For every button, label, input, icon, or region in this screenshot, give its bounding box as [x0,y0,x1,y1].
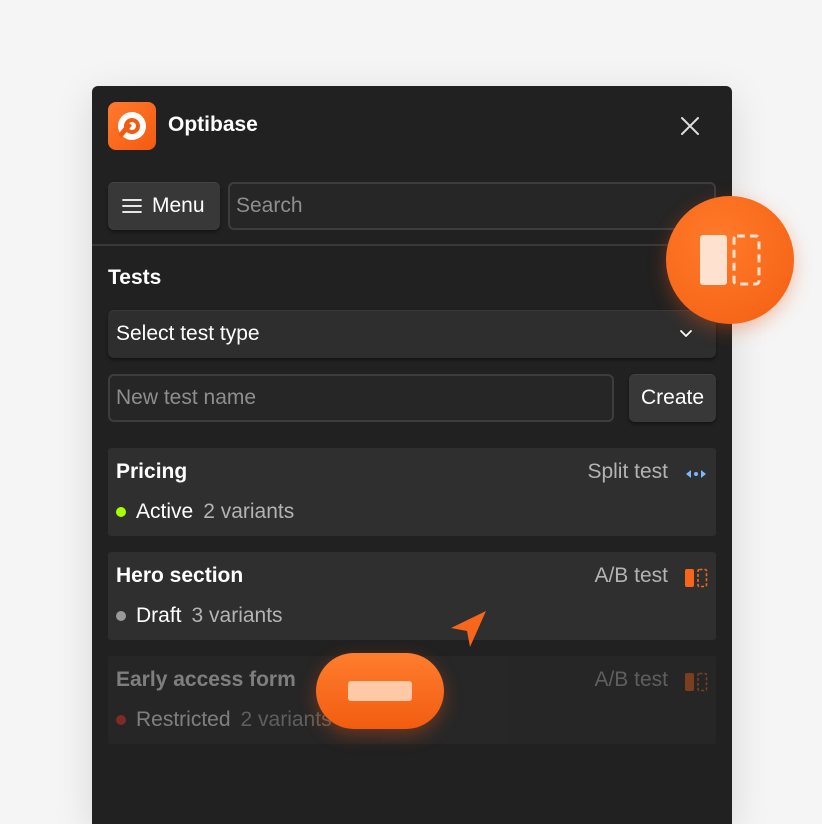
menu-label: Menu [152,194,205,217]
status-text: Active [136,500,194,523]
cursor-arrow-icon [451,611,486,647]
test-name: Pricing [116,460,188,483]
test-name: Hero section [116,564,244,587]
status-row: Active 2 variants [116,500,294,524]
new-test-name-input[interactable]: New test name [108,374,614,422]
ab-test-icon [685,672,708,692]
hamburger-icon [122,199,142,213]
ab-test-icon [700,234,761,286]
status-row: Restricted 2 variants [116,708,332,732]
optibase-logo [108,102,156,150]
status-dot [116,507,126,517]
test-type: A/B test [594,564,668,587]
test-name: Early access form [116,668,296,691]
ab-test-icon [685,568,708,588]
create-button[interactable]: Create [629,374,716,422]
status-row: Draft 3 variants [116,604,283,628]
status-dot [116,611,126,621]
search-input[interactable]: Search [228,182,716,230]
status-text: Draft [136,604,182,627]
divider [92,244,732,246]
pill-bar [348,681,412,701]
test-type-select[interactable]: Select test type [108,310,716,358]
status-dot [116,715,126,725]
select-label: Select test type [116,322,260,345]
variant-count: 2 variants [203,500,295,523]
test-card-pricing[interactable]: Pricing Split test Active 2 variants [108,448,716,536]
ab-test-badge [666,196,794,324]
chevron-down-icon [680,330,692,337]
close-icon[interactable] [678,114,702,138]
panel-header: Optibase [92,86,732,166]
drag-handle-pill [316,653,444,729]
test-type: Split test [587,460,668,483]
section-title: Tests [108,266,162,289]
app-title: Optibase [168,113,258,136]
menu-button[interactable]: Menu [108,182,220,230]
variant-count: 2 variants [240,708,332,731]
test-card-hero-section[interactable]: Hero section A/B test Draft 3 variants [108,552,716,640]
variant-count: 3 variants [191,604,283,627]
split-test-icon [686,470,706,478]
test-type: A/B test [594,668,668,691]
status-text: Restricted [136,708,231,731]
